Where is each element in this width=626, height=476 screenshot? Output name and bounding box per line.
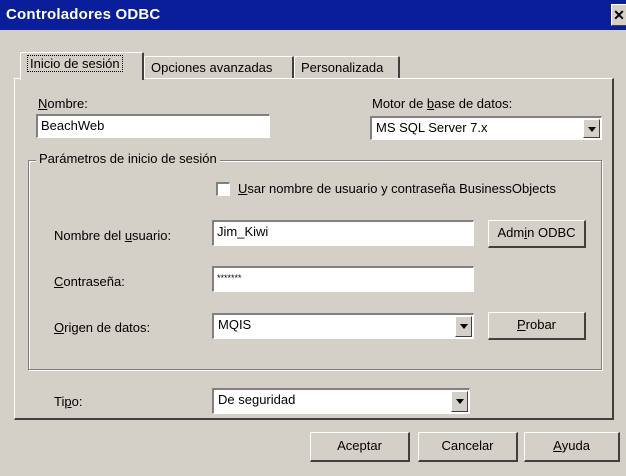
- window-title: Controladores ODBC: [6, 6, 161, 23]
- chevron-down-icon[interactable]: [583, 119, 600, 138]
- help-button[interactable]: Ayuda: [524, 432, 620, 462]
- engine-value: MS SQL Server 7.x: [376, 120, 488, 135]
- tab-personalizada[interactable]: Personalizada: [294, 56, 400, 80]
- cancel-label: Cancelar: [441, 438, 494, 453]
- test-button[interactable]: Probar: [488, 312, 586, 340]
- data-source-select[interactable]: MQIS: [212, 313, 474, 339]
- username-value: Jim_Kiwi: [217, 224, 269, 239]
- chevron-down-icon[interactable]: [455, 316, 472, 337]
- group-title: Parámetros de inicio de sesión: [36, 151, 220, 166]
- close-icon: ✕: [613, 7, 625, 23]
- admin-odbc-button[interactable]: Admin ODBC: [488, 220, 586, 248]
- name-field[interactable]: BeachWeb: [36, 114, 270, 138]
- engine-select[interactable]: MS SQL Server 7.x: [370, 116, 602, 140]
- tab-inicio-de-sesion[interactable]: Inicio de sesión: [20, 52, 144, 80]
- odbc-dialog: Controladores ODBC ✕ Inicio de sesión Op…: [0, 0, 626, 476]
- username-label: Nombre del usuario:: [54, 228, 172, 243]
- password-value: *******: [217, 273, 242, 283]
- type-label: Tipo:: [54, 394, 83, 409]
- tab-label: Personalizada: [301, 60, 384, 75]
- tab-label: Opciones avanzadas: [151, 60, 273, 75]
- test-button-label: Probar: [516, 317, 557, 332]
- type-select[interactable]: De seguridad: [212, 388, 470, 414]
- name-value: BeachWeb: [41, 118, 105, 133]
- engine-label: Motor de base de datos:: [372, 96, 513, 111]
- chevron-down-icon[interactable]: [451, 391, 468, 412]
- accept-button[interactable]: Aceptar: [310, 432, 410, 462]
- use-bo-credentials-checkbox[interactable]: [216, 182, 230, 196]
- username-field[interactable]: Jim_Kiwi: [212, 220, 474, 246]
- use-bo-credentials-label: Usar nombre de usuario y contraseña Busi…: [238, 181, 556, 196]
- password-field[interactable]: *******: [212, 266, 474, 292]
- accept-label: Aceptar: [337, 438, 382, 453]
- cancel-button[interactable]: Cancelar: [418, 432, 518, 462]
- type-value: De seguridad: [218, 392, 296, 407]
- data-source-label: Origen de datos:: [54, 320, 151, 335]
- help-label: Ayuda: [553, 438, 590, 453]
- name-label: Nombre:: [38, 96, 88, 111]
- title-bar: Controladores ODBC ✕: [0, 0, 626, 30]
- close-button[interactable]: ✕: [611, 4, 626, 26]
- password-label: Contraseña:: [54, 274, 125, 289]
- tab-opciones-avanzadas[interactable]: Opciones avanzadas: [144, 56, 294, 80]
- tab-label: Inicio de sesión: [27, 55, 123, 72]
- admin-odbc-label: Admin ODBC: [497, 225, 576, 240]
- data-source-value: MQIS: [218, 317, 252, 332]
